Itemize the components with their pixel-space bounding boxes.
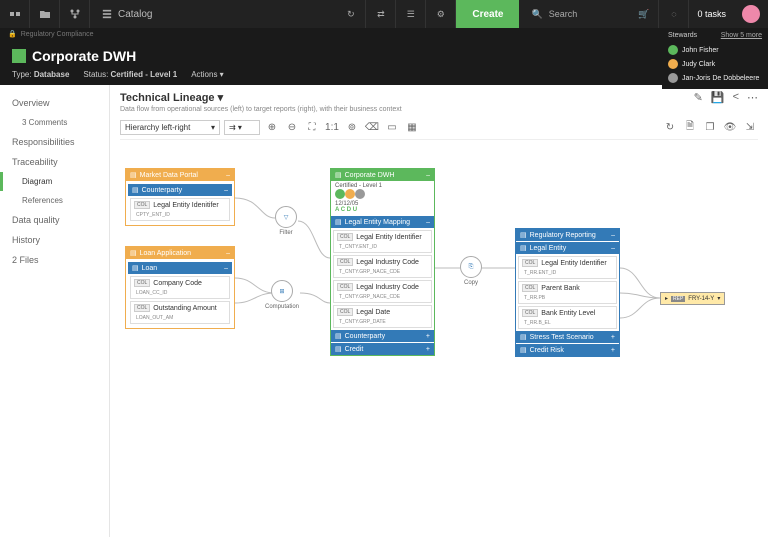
folder-icon[interactable]: [30, 0, 60, 28]
hierarchy-icon[interactable]: [60, 0, 90, 28]
computation-icon: ⊞: [271, 280, 293, 302]
sidebar-item-traceability[interactable]: Traceability: [0, 152, 109, 172]
toolbar: Hierarchy left-right▾ ⇉ ▾ ⊕ ⊖ ⛶ 1:1 ⊚ ⌫ …: [120, 119, 758, 140]
tasks-counter[interactable]: 0 tasks: [689, 9, 734, 19]
one-to-one-icon[interactable]: 1:1: [324, 119, 340, 135]
sidebar-item-files[interactable]: 2 Files: [0, 250, 109, 270]
diagram-canvas[interactable]: ▤Market Data Portal– ▤Counterparty– COLL…: [120, 148, 758, 488]
sidebar: Overview 3 Comments Responsibilities Tra…: [0, 85, 110, 537]
node-market-data-portal[interactable]: ▤Market Data Portal– ▤Counterparty– COLL…: [125, 168, 235, 226]
steward-row[interactable]: John Fisher: [668, 43, 762, 57]
refresh-icon[interactable]: ↻: [662, 119, 678, 135]
show-more-link[interactable]: Show 5 more: [721, 32, 762, 39]
content-subtitle: Data flow from operational sources (left…: [120, 106, 402, 113]
eye-icon[interactable]: 👁: [722, 119, 738, 135]
sidebar-item-history[interactable]: History: [0, 230, 109, 250]
sidebar-item-diagram[interactable]: Diagram: [0, 172, 109, 191]
cart-icon[interactable]: 🛒: [629, 0, 659, 28]
eraser-icon[interactable]: ⌫: [364, 119, 380, 135]
steward-row[interactable]: Judy Clark: [668, 57, 762, 71]
content-pane: Technical Lineage ▾ Data flow from opera…: [110, 85, 768, 537]
share-icon[interactable]: <: [733, 91, 739, 104]
document-icon[interactable]: 🗎: [682, 119, 698, 135]
avatar[interactable]: [742, 5, 760, 23]
node-fry-14-y[interactable]: ▸REPFRY-14-Y▾: [660, 292, 725, 305]
zoom-in-icon[interactable]: ⊕: [264, 119, 280, 135]
hierarchy-select[interactable]: Hierarchy left-right▾: [120, 120, 220, 135]
sidebar-item-responsibilities[interactable]: Responsibilities: [0, 132, 109, 152]
breadcrumb[interactable]: 🔒 Regulatory Compliance: [0, 28, 768, 40]
card-icon[interactable]: ▭: [384, 119, 400, 135]
copy-icon: ⎘: [460, 256, 482, 278]
list-icon[interactable]: ☰: [396, 0, 426, 28]
sidebar-item-references[interactable]: References: [0, 191, 109, 210]
sidebar-item-data-quality[interactable]: Data quality: [0, 210, 109, 230]
asset-type-icon: [12, 49, 26, 63]
search-input[interactable]: 🔍Search: [519, 9, 629, 20]
filter-icon: ▽: [275, 206, 297, 228]
node-filter[interactable]: ▽Filter: [275, 206, 297, 236]
node-corporate-dwh[interactable]: ▤Corporate DWH– Certified - Level 1 12/1…: [330, 168, 435, 356]
more-icon[interactable]: ⋯: [747, 91, 758, 104]
fit-icon[interactable]: ⛶: [304, 119, 320, 135]
gear-icon[interactable]: ⚙: [426, 0, 456, 28]
node-copy[interactable]: ⎘Copy: [460, 256, 482, 286]
steward-row[interactable]: Jan-Joris De Dobbeleere: [668, 71, 762, 85]
node-regulatory-reporting[interactable]: ▤Regulatory Reporting– ▤Legal Entity– CO…: [515, 228, 620, 357]
layers-icon[interactable]: ❐: [702, 119, 718, 135]
refresh-icon[interactable]: ↻: [336, 0, 366, 28]
search-icon: 🔍: [531, 9, 542, 20]
top-nav: Catalog ↻ ⇄ ☰ ⚙ Create 🔍Search 🛒 ◌ 0 tas…: [0, 0, 768, 28]
sidebar-item-comments[interactable]: 3 Comments: [0, 113, 109, 132]
stewards-label: Stewards: [668, 32, 697, 39]
node-loan-application[interactable]: ▤Loan Application– ▤Loan– COLCompany Cod…: [125, 246, 235, 329]
sidebar-item-overview[interactable]: Overview: [0, 93, 109, 113]
logo-icon[interactable]: [0, 0, 30, 28]
asset-header: Corporate DWH Type: Database Status: Cer…: [0, 40, 768, 85]
crosshair-icon[interactable]: ⊚: [344, 119, 360, 135]
node-computation[interactable]: ⊞Computation: [265, 280, 299, 310]
zoom-out-icon[interactable]: ⊖: [284, 119, 300, 135]
content-title: Technical Lineage ▾: [120, 91, 402, 104]
catalog-nav[interactable]: Catalog: [90, 9, 164, 20]
layout-select[interactable]: ⇉ ▾: [224, 120, 260, 135]
minimize-icon[interactable]: –: [226, 172, 230, 179]
create-button[interactable]: Create: [456, 0, 519, 28]
connector-icon[interactable]: ⇄: [366, 0, 396, 28]
save-icon[interactable]: 💾: [711, 91, 725, 104]
grid-icon[interactable]: ▦: [404, 119, 420, 135]
edit-icon[interactable]: ✎: [694, 91, 703, 104]
stewards-panel: Stewards Show 5 more John Fisher Judy Cla…: [662, 28, 768, 89]
export-icon[interactable]: ⇲: [742, 119, 758, 135]
actions-menu[interactable]: Actions ▾: [191, 70, 223, 79]
progress-icon[interactable]: ◌: [659, 0, 689, 28]
page-title: Corporate DWH: [32, 48, 136, 64]
